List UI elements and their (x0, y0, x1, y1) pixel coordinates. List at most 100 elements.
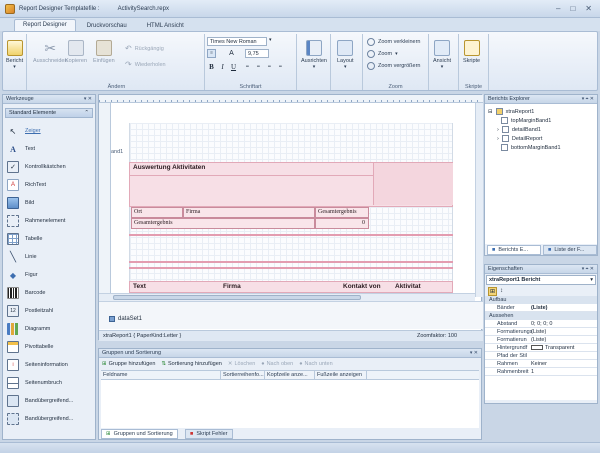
tool-rahmen[interactable]: Rahmenelement (7, 215, 65, 227)
vertical-scrollbar[interactable] (475, 103, 483, 297)
zoom-out-button[interactable]: Zoom verkleinern (367, 38, 421, 46)
alphabetical-icon[interactable]: ↕ (500, 288, 503, 294)
horizontal-scrollbar[interactable] (99, 293, 475, 301)
bericht-button[interactable]: Bericht ▾ (6, 40, 23, 70)
minimize-button[interactable]: – (556, 4, 560, 13)
wiederholen-button[interactable]: ↷ Wiederholen (125, 60, 166, 69)
maximize-button[interactable]: □ (570, 4, 575, 13)
ausrichten-button[interactable]: Ausrichten ▾ (301, 40, 327, 70)
align-right-button[interactable]: ≡ (265, 62, 274, 71)
report-title[interactable]: Auswertung Aktivitaten (133, 164, 205, 171)
zoom-button[interactable]: Zoom ▾ (367, 50, 398, 58)
layout-button[interactable]: Layout ▾ (337, 40, 354, 70)
cell-gesamt-value[interactable]: 0 (315, 218, 369, 229)
tool-barcode[interactable]: Barcode (7, 287, 46, 299)
skripte-button[interactable]: Skripte (463, 40, 480, 64)
tool-figur[interactable]: ◆ Figur (7, 269, 38, 281)
col-sortierreihenfolge[interactable]: Sortierreihenfo... (221, 371, 265, 380)
tab-gruppen-sortierung[interactable]: ⊞ Gruppen und Sortierung (101, 429, 178, 439)
prop-stilpfad[interactable]: Pfad der Stil (485, 352, 597, 360)
prop-baender[interactable]: Bänder (Liste) (485, 304, 597, 312)
header-text[interactable]: Text (133, 283, 146, 290)
underline-button[interactable]: U (229, 62, 238, 71)
move-down-button[interactable]: ● Nach unten (299, 361, 332, 367)
prop-hintergrund[interactable]: Hintergrundf Transparent (485, 344, 597, 352)
ausschneiden-button[interactable]: ✂ Ausschneiden (33, 40, 68, 64)
scroll-thumb[interactable] (113, 295, 361, 300)
align-center-button[interactable]: ≡ (254, 62, 263, 71)
justify-button[interactable]: ≡ (276, 62, 285, 71)
align-left-button[interactable]: ≡ (243, 62, 252, 71)
col-feldname[interactable]: Feldname (101, 371, 221, 380)
tool-band1[interactable]: Bandübergreifend... (7, 395, 73, 407)
tool-pivot[interactable]: Pivottabelle (7, 341, 53, 353)
explorer-pin-icon[interactable]: ▾ ⌖ ✕ (582, 95, 594, 103)
tree-top-margin[interactable]: topMarginBand1 (501, 117, 551, 124)
tab-druckvorschau[interactable]: Druckvorschau (78, 20, 136, 31)
prop-formatierungs[interactable]: Formatierungs (Liste) (485, 328, 597, 336)
tool-bild[interactable]: Bild (7, 197, 34, 209)
tree-bottom-margin[interactable]: bottomMarginBand1 (501, 144, 561, 151)
add-group-button[interactable]: ⊞ Gruppe hinzufügen (102, 361, 155, 367)
grouping-pin-icon[interactable]: ▾ ✕ (470, 349, 478, 357)
header-aktivitat[interactable]: Aktivitat (395, 283, 421, 290)
tab-html-ansicht[interactable]: HTML Ansicht (138, 20, 193, 31)
tool-seiteninfo[interactable]: i Seiteninformation (7, 359, 68, 371)
paste-icon (95, 40, 112, 56)
tool-diagramm[interactable]: Diagramm (7, 323, 50, 335)
tool-tabelle[interactable]: Tabelle (7, 233, 42, 245)
close-button[interactable]: ✕ (585, 4, 592, 13)
align-icon[interactable]: ≡ (207, 49, 216, 58)
zoom-in-button[interactable]: Zoom vergrößern (367, 62, 421, 70)
move-up-button[interactable]: ● Nach oben (261, 361, 293, 367)
tab-feldliste[interactable]: ■ Liste der F... (543, 245, 597, 255)
cell-firma[interactable]: Firma (183, 207, 315, 218)
tool-checkbox[interactable]: ✓ Kontrollkästchen (7, 161, 66, 173)
einfuegen-button[interactable]: Einfügen (93, 40, 115, 64)
prop-abstand[interactable]: Abstand 0; 0; 0; 0 (485, 320, 597, 328)
cat-aufbau[interactable]: Aufbau (485, 296, 597, 304)
tool-seitenumbruch[interactable]: Seitenumbruch (7, 377, 62, 389)
col-fusszeile[interactable]: Fußzeile anzeigen (315, 371, 367, 380)
tree-root[interactable]: ⊟ xtraReport1 (488, 108, 534, 115)
font-size-field[interactable]: 9,75 (245, 49, 269, 58)
delete-button[interactable]: ✕ Löschen (228, 361, 255, 367)
dataset-item[interactable]: dataSet1 (109, 316, 142, 322)
font-dropdown-icon[interactable]: ▾ (269, 37, 272, 43)
properties-pin-icon[interactable]: ▾ ⌖ ✕ (582, 265, 594, 273)
col-kopfzeile[interactable]: Kopfzeile anze... (265, 371, 315, 380)
tool-richtext[interactable]: A RichText (7, 179, 46, 191)
italic-button[interactable]: I (218, 62, 227, 71)
font-name-select[interactable]: Times New Roman (207, 37, 267, 46)
toolbox-section[interactable]: Standard Elemente ⌃ (5, 108, 93, 118)
cell-gesamt-header[interactable]: Gesamtergebnis (315, 207, 369, 218)
pin-icon[interactable]: ▾ ✕ (84, 95, 92, 103)
tool-postleitzahl[interactable]: 12 Postleitzahl (7, 305, 53, 317)
tab-skript-fehler[interactable]: ■ Skript Fehler (185, 429, 233, 439)
prop-rahmenbreite[interactable]: Rahmenbreit 1 (485, 368, 597, 376)
categorized-icon[interactable]: ⊞ (488, 286, 498, 296)
tab-report-designer[interactable]: Report Designer (14, 19, 76, 31)
add-sort-button[interactable]: ⇅ Sortierung hinzufügen (161, 361, 221, 367)
cell-ort[interactable]: Ort (131, 207, 183, 218)
tool-zeiger[interactable]: ↖ Zeiger (7, 125, 41, 137)
prop-formatierun[interactable]: Formatierun (Liste) (485, 336, 597, 344)
rueckgaengig-button[interactable]: ↶ Rückgängig (125, 44, 164, 53)
header-box[interactable] (373, 163, 453, 205)
object-selector[interactable]: xtraReport1 Bericht ▾ (486, 275, 596, 285)
font-color-button[interactable]: A (227, 49, 236, 58)
ansicht-button[interactable]: Ansicht ▾ (433, 40, 451, 70)
cell-gesamt-label[interactable]: Gesamtergebnis (131, 218, 315, 229)
prop-rahmen[interactable]: Rahmen Keiner (485, 360, 597, 368)
tool-linie[interactable]: ╲ Linie (7, 251, 37, 263)
tool-text[interactable]: A Text (7, 143, 35, 155)
header-kontakt[interactable]: Kontakt von (343, 283, 381, 290)
cat-aussehen[interactable]: Aussehen (485, 312, 597, 320)
tree-detail-band[interactable]: › detailBand1 (497, 126, 541, 133)
tree-detail-report[interactable]: › DetailReport (497, 135, 542, 142)
header-firma[interactable]: Firma (223, 283, 241, 290)
tab-berichts-explorer[interactable]: ■ Berichts E... (487, 245, 541, 255)
kopieren-button[interactable]: Kopieren (65, 40, 87, 64)
tool-band2[interactable]: Bandübergreifend... (7, 413, 73, 425)
bold-button[interactable]: B (207, 62, 216, 71)
